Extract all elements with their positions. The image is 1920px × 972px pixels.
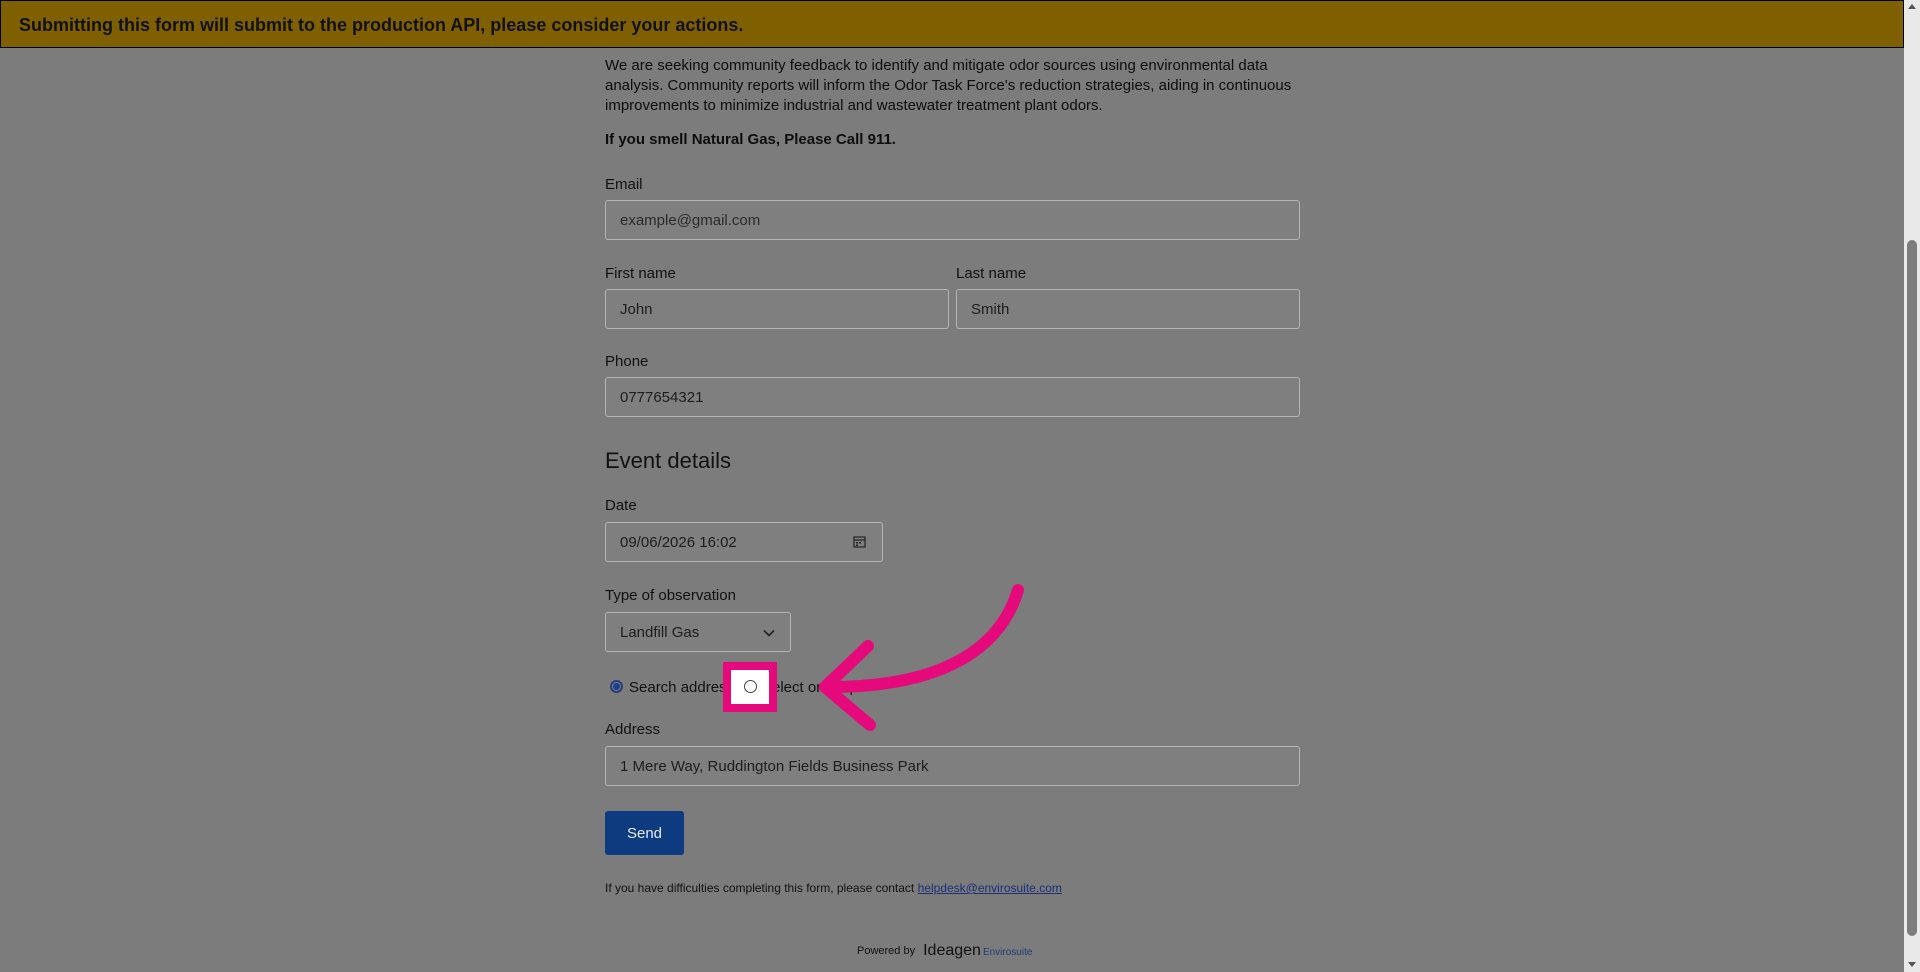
help-text: If you have difficulties completing this… [605,881,1062,895]
logo-sub-text: Envirosuite [982,947,1033,958]
chevron-down-icon [763,629,775,637]
last-name-field[interactable]: Smith [956,289,1300,329]
calendar-icon[interactable] [853,535,866,548]
first-name-label: First name [605,265,676,282]
event-details-heading: Event details [605,448,731,473]
ideagen-logo: Ideagen Envirosuite [923,942,1032,960]
address-value: 1 Mere Way, Ruddington Fields Business P… [620,757,929,775]
last-name-label: Last name [956,265,1027,282]
logo-main-text: Ideagen [923,942,981,959]
scroll-up-arrow-icon[interactable] [1908,4,1916,9]
helpdesk-email-link[interactable]: helpdesk@envirosuite.com [918,881,1062,895]
address-label: Address [605,721,661,738]
production-warning-banner: Submitting this form will submit to the … [0,0,1904,48]
last-name-value: Smith [971,300,1010,318]
email-placeholder: example@gmail.com [620,211,761,229]
pointer-arrow-annotation [819,584,1024,731]
date-label: Date [605,497,637,514]
intro-paragraph: We are seeking community feedback to ide… [605,57,1292,114]
help-message: If you have difficulties completing this… [605,881,918,895]
first-name-value: John [620,300,653,318]
send-button[interactable]: Send [605,811,684,855]
first-name-field[interactable]: John [605,289,949,329]
email-label: Email [605,176,643,193]
phone-label: Phone [605,353,649,370]
select-on-map-radio[interactable] [744,680,757,693]
search-address-radio[interactable] [610,680,623,693]
scroll-down-arrow-icon[interactable] [1908,962,1916,967]
phone-field[interactable]: 0777654321 [605,377,1300,417]
date-field[interactable]: 09/06/2026 16:02 [605,522,883,562]
natural-gas-warning: If you smell Natural Gas, Please Call 91… [605,131,896,148]
email-field[interactable]: example@gmail.com [605,200,1300,240]
banner-text: Submitting this form will submit to the … [19,15,744,35]
search-address-label[interactable]: Search address [629,679,734,696]
date-value: 09/06/2026 16:02 [620,533,737,551]
scrollbar-thumb[interactable] [1907,240,1917,936]
powered-by: Powered by Ideagen Envirosuite [857,942,1032,960]
phone-value: 0777654321 [620,388,704,406]
observation-type-label: Type of observation [605,587,736,604]
observation-type-select[interactable]: Landfill Gas [605,612,791,652]
address-field[interactable]: 1 Mere Way, Ruddington Fields Business P… [605,746,1300,786]
powered-by-text: Powered by [857,945,916,957]
observation-type-value: Landfill Gas [620,623,700,641]
